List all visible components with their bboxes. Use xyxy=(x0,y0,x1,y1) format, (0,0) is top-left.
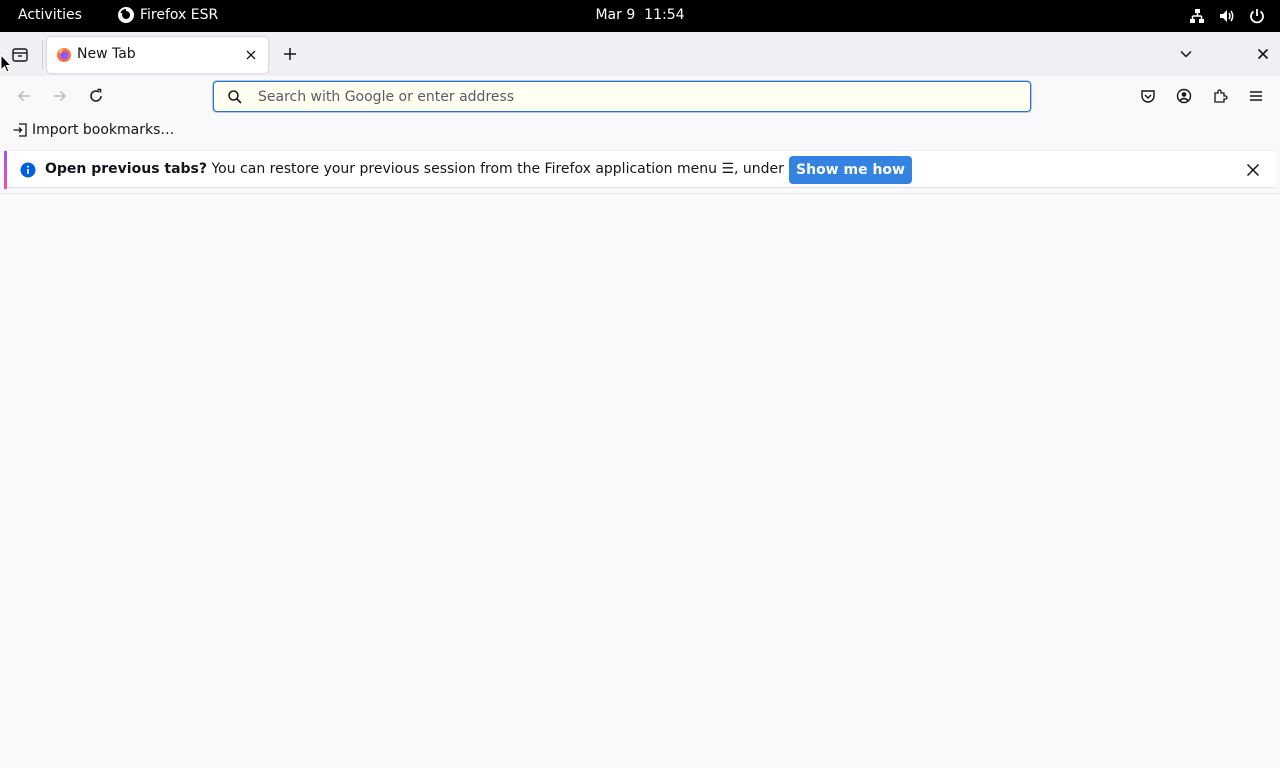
back-button[interactable] xyxy=(12,85,36,107)
pocket-icon xyxy=(1141,90,1155,103)
account-button[interactable] xyxy=(1172,85,1196,107)
reload-button[interactable] xyxy=(84,85,108,107)
new-tab-button[interactable] xyxy=(279,43,301,65)
address-bar[interactable] xyxy=(213,81,1031,112)
clock[interactable]: Mar 9 11:54 xyxy=(0,7,1280,23)
new-tab-page-content xyxy=(0,193,1280,768)
tab-title: New Tab xyxy=(77,46,136,62)
info-icon xyxy=(20,162,36,178)
plus-icon xyxy=(284,48,296,60)
power-icon xyxy=(1250,9,1264,24)
app-menu-button[interactable] xyxy=(1244,85,1268,107)
puzzle-icon xyxy=(1214,89,1228,103)
clock-date: Mar 9 xyxy=(595,7,636,23)
account-icon xyxy=(1176,88,1192,104)
extensions-button[interactable] xyxy=(1208,85,1232,107)
notification-message: Open previous tabs? You can restore your… xyxy=(45,161,841,177)
bookmarks-toolbar: Import bookmarks… xyxy=(0,116,1280,146)
close-icon xyxy=(1257,48,1269,60)
notification-title: Open previous tabs? xyxy=(45,161,208,177)
gnome-top-bar: Activities Firefox ESR Mar 9 11:54 xyxy=(0,0,1280,32)
navigation-toolbar xyxy=(0,76,1280,116)
hamburger-menu-icon xyxy=(1250,91,1262,101)
close-icon xyxy=(246,50,256,60)
system-tray[interactable] xyxy=(1188,7,1266,25)
close-icon xyxy=(1246,163,1260,177)
reload-icon xyxy=(90,88,102,102)
show-me-how-button[interactable]: Show me how xyxy=(789,156,912,184)
tab-close-button[interactable] xyxy=(242,46,260,64)
network-icon xyxy=(1190,9,1204,23)
tab-separator xyxy=(42,40,43,70)
firefox-view-button[interactable] xyxy=(9,44,31,66)
firefox-favicon-icon xyxy=(57,48,71,62)
window-close-button[interactable] xyxy=(1252,43,1274,65)
tab-strip: New Tab xyxy=(0,32,1280,76)
back-arrow-icon xyxy=(17,90,30,102)
import-bookmarks-label: Import bookmarks… xyxy=(32,122,175,138)
mouse-cursor-icon xyxy=(0,54,12,73)
list-all-tabs-button[interactable] xyxy=(1175,43,1197,65)
chevron-down-icon xyxy=(1180,50,1192,58)
pocket-button[interactable] xyxy=(1136,85,1160,107)
notification-accent xyxy=(4,151,7,189)
search-icon xyxy=(228,90,242,104)
import-icon xyxy=(13,123,27,137)
notification-text-part1: You can restore your previous session fr… xyxy=(211,161,717,177)
notification-close-button[interactable] xyxy=(1244,161,1262,179)
import-bookmarks-button[interactable]: Import bookmarks… xyxy=(12,122,174,138)
forward-arrow-icon xyxy=(54,90,67,102)
hamburger-menu-glyph: ☰ xyxy=(721,161,735,177)
session-restore-notification: Open previous tabs? You can restore your… xyxy=(4,150,1276,189)
address-input[interactable] xyxy=(258,85,1018,109)
tab-new-tab[interactable]: New Tab xyxy=(47,37,268,73)
volume-icon xyxy=(1220,10,1234,22)
forward-button[interactable] xyxy=(48,85,72,107)
firefox-view-icon xyxy=(12,48,28,62)
clock-time: 11:54 xyxy=(644,7,685,23)
